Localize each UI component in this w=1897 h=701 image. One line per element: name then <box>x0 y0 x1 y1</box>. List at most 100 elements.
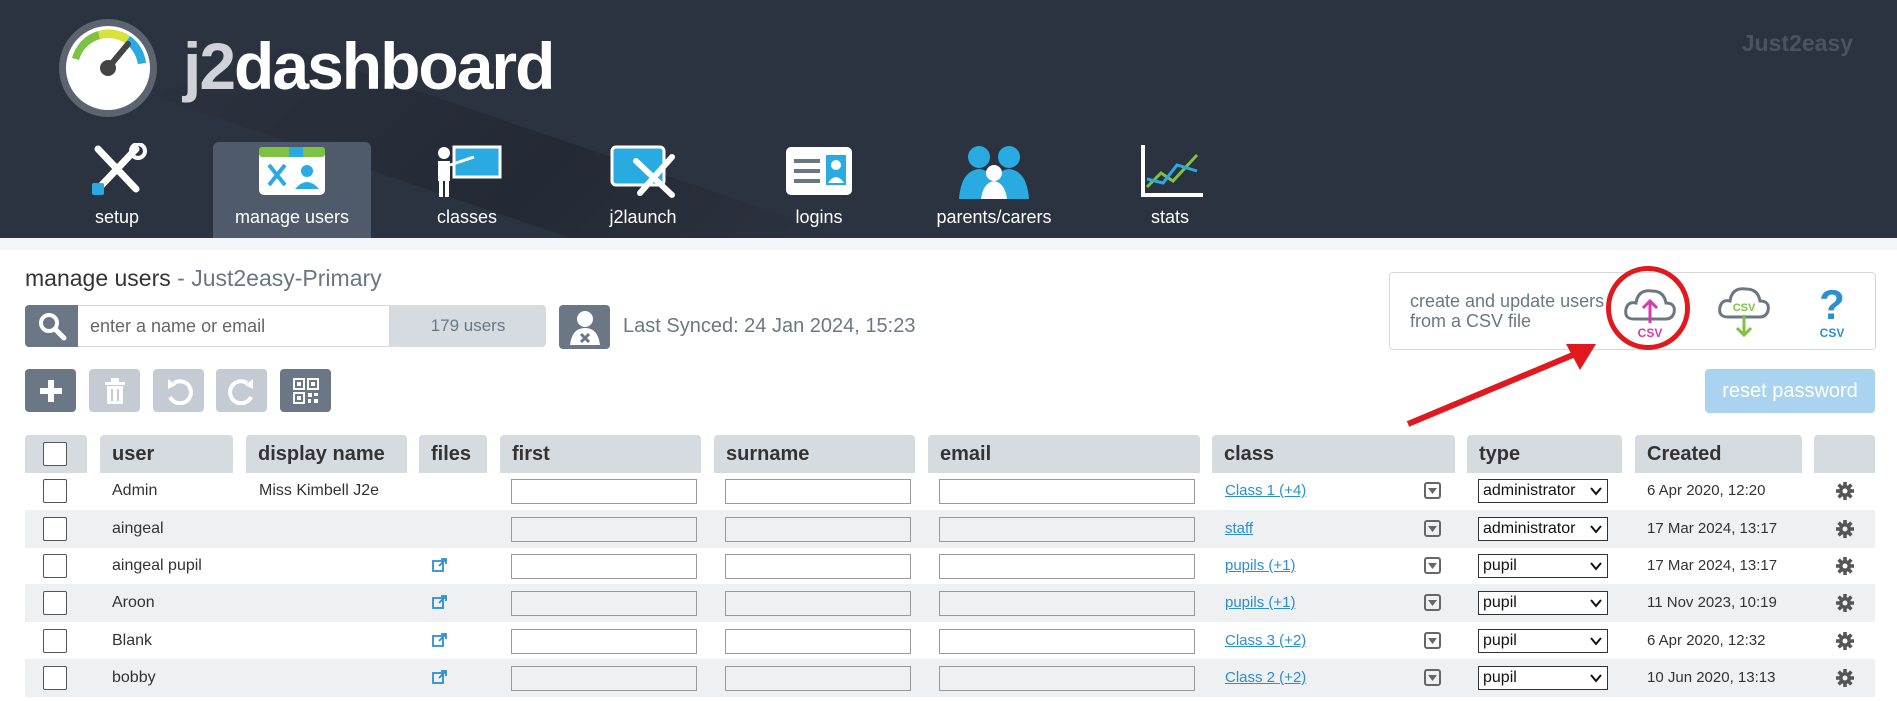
type-select[interactable]: pupil <box>1478 591 1608 615</box>
column-header-class[interactable]: class <box>1212 435 1455 473</box>
select-all-checkbox[interactable] <box>43 442 67 466</box>
external-link-icon[interactable] <box>432 633 447 648</box>
gear-icon[interactable] <box>1835 519 1855 539</box>
email-input[interactable] <box>939 666 1195 691</box>
gear-icon[interactable] <box>1835 631 1855 651</box>
chevron-down-icon <box>1590 562 1602 571</box>
class-link[interactable]: pupils (+1) <box>1225 594 1295 611</box>
row-checkbox[interactable] <box>43 517 67 541</box>
created-date: 17 Mar 2024, 13:17 <box>1647 520 1778 537</box>
email-input[interactable] <box>939 479 1195 504</box>
table-row: aingeal staff administrator 17 Mar 2024,… <box>25 510 1875 548</box>
column-header-user[interactable]: user <box>100 435 233 473</box>
nav-item-manage-users[interactable]: manage users <box>213 142 371 238</box>
type-select[interactable]: pupil <box>1478 554 1608 578</box>
surname-input[interactable] <box>725 554 911 579</box>
column-header-files[interactable]: files <box>419 435 487 473</box>
caret-down-icon <box>1428 562 1437 569</box>
first-name-input[interactable] <box>511 554 697 579</box>
class-dropdown-button[interactable] <box>1424 669 1441 686</box>
class-dropdown-button[interactable] <box>1424 482 1441 499</box>
search-button[interactable] <box>25 305 78 347</box>
redo-icon <box>227 378 253 405</box>
qr-code-button[interactable] <box>280 369 331 412</box>
class-dropdown-button[interactable] <box>1424 594 1441 611</box>
csv-description: create and update users from a CSV file <box>1410 291 1605 331</box>
surname-input[interactable] <box>725 591 911 616</box>
class-dropdown-button[interactable] <box>1424 520 1441 537</box>
created-date: 10 Jun 2020, 13:13 <box>1647 669 1776 686</box>
undo-button[interactable] <box>153 369 204 412</box>
external-link-icon[interactable] <box>432 595 447 610</box>
first-name-input[interactable] <box>511 666 697 691</box>
type-select[interactable]: pupil <box>1478 629 1608 653</box>
gear-icon[interactable] <box>1835 668 1855 688</box>
table-row: Aroon pupils (+1) pupil 11 Nov 2023, 10:… <box>25 584 1875 622</box>
user-name: Blank <box>112 632 153 649</box>
csv-help-icon[interactable]: ? CSV <box>1804 283 1860 339</box>
class-link[interactable]: Class 1 (+4) <box>1225 482 1306 499</box>
first-name-input[interactable] <box>511 517 697 542</box>
first-name-input[interactable] <box>511 479 697 504</box>
reset-password-button[interactable]: reset password <box>1705 369 1875 413</box>
class-link[interactable]: Class 2 (+2) <box>1225 669 1306 686</box>
row-checkbox[interactable] <box>43 591 67 615</box>
external-link-icon[interactable] <box>432 670 447 685</box>
surname-input[interactable] <box>725 629 911 654</box>
first-name-input[interactable] <box>511 591 697 616</box>
nav-item-setup[interactable]: setup <box>62 142 172 238</box>
type-select[interactable]: administrator <box>1478 517 1608 541</box>
chevron-down-icon <box>1590 637 1602 646</box>
class-link[interactable]: Class 3 (+2) <box>1225 632 1306 649</box>
email-input[interactable] <box>939 591 1195 616</box>
user-name: bobby <box>112 669 156 686</box>
email-input[interactable] <box>939 629 1195 654</box>
nav-item-stats[interactable]: stats <box>1115 142 1225 238</box>
delete-user-button[interactable] <box>89 369 140 412</box>
surname-input[interactable] <box>725 479 911 504</box>
nav-item-j2launch[interactable]: j2launch <box>588 142 698 238</box>
column-header-actions <box>1814 435 1875 473</box>
email-input[interactable] <box>939 554 1195 579</box>
type-select[interactable]: administrator <box>1478 479 1608 503</box>
csv-download-icon[interactable]: CSV <box>1716 283 1772 339</box>
gear-icon[interactable] <box>1835 556 1855 576</box>
user-name: Admin <box>112 482 158 499</box>
row-checkbox[interactable] <box>43 554 67 578</box>
row-checkbox[interactable] <box>43 666 67 690</box>
column-header-surname[interactable]: surname <box>714 435 915 473</box>
surname-input[interactable] <box>725 517 911 542</box>
caret-down-icon <box>1428 599 1437 606</box>
speedometer-logo-icon <box>59 19 157 117</box>
external-link-icon[interactable] <box>432 558 447 573</box>
nav-item-parents-carers[interactable]: parents/carers <box>928 142 1060 238</box>
undo-icon <box>167 378 193 405</box>
search-input[interactable] <box>78 305 390 347</box>
class-dropdown-button[interactable] <box>1424 632 1441 649</box>
class-dropdown-button[interactable] <box>1424 557 1441 574</box>
table-row: aingeal pupil pupils (+1) pupil 17 Mar 2… <box>25 547 1875 585</box>
row-checkbox[interactable] <box>43 479 67 503</box>
class-link[interactable]: pupils (+1) <box>1225 557 1295 574</box>
column-header-created[interactable]: Created <box>1635 435 1802 473</box>
plus-icon <box>39 379 62 402</box>
surname-input[interactable] <box>725 666 911 691</box>
column-header-type[interactable]: type <box>1467 435 1622 473</box>
row-checkbox[interactable] <box>43 629 67 653</box>
chevron-down-icon <box>1590 674 1602 683</box>
column-header-first[interactable]: first <box>500 435 701 473</box>
add-user-button[interactable] <box>25 369 76 412</box>
column-header-email[interactable]: email <box>928 435 1200 473</box>
nav-item-classes[interactable]: classes <box>412 142 522 238</box>
type-select[interactable]: pupil <box>1478 666 1608 690</box>
gear-icon[interactable] <box>1835 593 1855 613</box>
logins-icon <box>786 147 852 195</box>
nav-item-logins[interactable]: logins <box>764 142 874 238</box>
gear-icon[interactable] <box>1835 481 1855 501</box>
sync-user-button[interactable] <box>559 305 610 349</box>
class-link[interactable]: staff <box>1225 520 1253 537</box>
first-name-input[interactable] <box>511 629 697 654</box>
column-header-display-name[interactable]: display name <box>246 435 407 473</box>
redo-button[interactable] <box>216 369 267 412</box>
email-input[interactable] <box>939 517 1195 542</box>
